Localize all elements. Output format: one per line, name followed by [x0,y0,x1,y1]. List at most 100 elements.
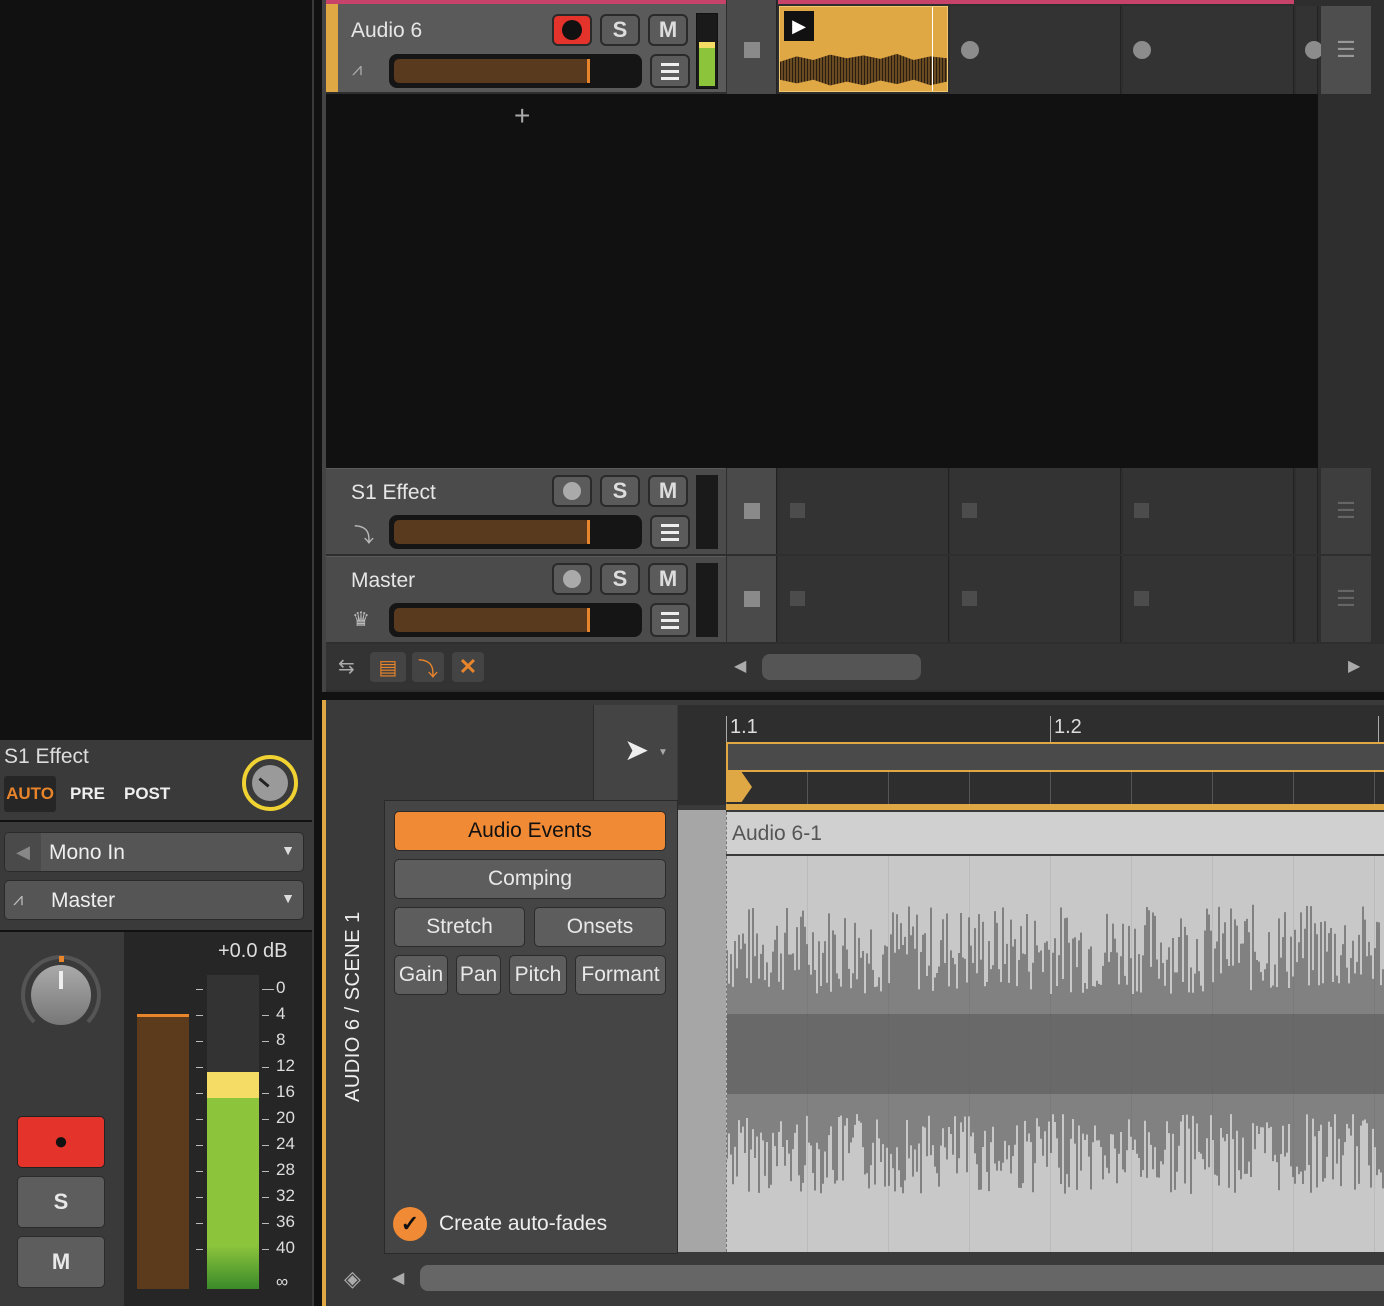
track-header-s1effect[interactable]: S1 Effect S M ⤵ [326,468,726,554]
volume-knob[interactable] [17,955,105,1035]
track-header-master[interactable]: Master S M ♛ [326,556,726,642]
auto-fades-checkbox[interactable]: ✓ [393,1207,427,1241]
waveform-icon: ⩘ [352,59,363,79]
effect-tracks-icon[interactable]: ⤵ [412,652,444,682]
clip-waveform [780,53,947,86]
track-menu-button[interactable] [650,54,690,88]
gain-button[interactable]: Gain [394,955,448,995]
meter-scale-label: 16 [276,1082,295,1101]
track-volume-fader[interactable] [389,603,642,637]
empty-slot[interactable] [790,591,805,606]
meter-scale-label: 4 [276,1004,286,1023]
level-readout: +0.0 dB [218,940,288,962]
track-volume-fader[interactable] [389,54,642,88]
editor-scrollbar[interactable] [420,1265,1384,1291]
mute-button[interactable]: M [648,563,688,595]
swap-icon[interactable]: ⇆ [338,654,355,679]
meter-scale-label: ∞ [276,1272,289,1291]
stretch-button[interactable]: Stretch [394,907,525,947]
meter-scale-label: 20 [276,1108,295,1127]
comping-button[interactable]: Comping [394,859,666,899]
stop-button[interactable] [744,591,760,607]
meter-scale-label: 40 [276,1238,295,1257]
meter-scale-label: 0 [276,978,286,997]
editor-title: AUDIO 6 / SCENE 1 [342,911,364,1102]
mode-post[interactable]: POST [124,784,170,804]
empty-slot-dot[interactable] [1133,41,1151,59]
track-clip-launcher-button[interactable]: ☰ [1321,556,1371,642]
meter-scale-tick [262,1197,269,1198]
clip-audio6[interactable]: ▶ [779,6,948,92]
empty-slot[interactable] [1134,503,1149,518]
play-icon: ▶ [784,11,814,41]
pre-clip-area [678,810,726,1252]
pitch-button[interactable]: Pitch [509,955,567,995]
close-icon[interactable]: ✕ [452,652,484,682]
track-volume-fader[interactable] [389,515,642,549]
meter-scale-label: 12 [276,1056,295,1075]
meter-scale-tick [196,1171,203,1172]
arm-record-button[interactable] [552,563,592,595]
scroll-right-icon[interactable]: ▶ [1348,656,1360,676]
empty-slot-dot[interactable] [961,41,979,59]
scene-pink-strip [778,0,1294,4]
solo-button[interactable]: S [600,475,640,507]
layers-icon[interactable]: ◈ [344,1266,361,1292]
empty-slot[interactable] [1134,591,1149,606]
layout-icon[interactable]: ▤ [370,652,406,682]
mute-button[interactable]: M [648,14,688,46]
empty-slot[interactable] [790,503,805,518]
arm-record-button[interactable] [552,475,592,507]
inspector-track-name: S1 Effect [4,745,89,768]
scene-area [326,94,1318,468]
scroll-left-icon[interactable]: ◀ [734,656,746,676]
mode-pre[interactable]: PRE [70,784,105,804]
audio-waveform-area[interactable] [726,856,1384,1252]
mode-auto[interactable]: AUTO [4,776,56,812]
track-menu-button[interactable] [650,515,690,549]
scroll-left-icon[interactable]: ◀ [392,1268,404,1288]
meter-scale-label: 28 [276,1160,295,1179]
mute-button[interactable]: M [17,1236,105,1288]
arm-record-button[interactable] [552,14,592,46]
empty-slot[interactable] [962,591,977,606]
volume-fader-bar[interactable] [137,1014,189,1289]
output-select[interactable]: ⩘ Master ▼ [4,880,304,920]
solo-button[interactable]: S [600,14,640,46]
meter-scale-tick [262,1041,269,1042]
send-knob[interactable] [242,755,298,811]
pan-button[interactable]: Pan [456,955,501,995]
track-menu-button[interactable] [650,603,690,637]
speaker-icon: ◀ [5,833,41,871]
clip-loop-region[interactable] [726,742,1384,772]
add-track-button[interactable]: + [514,100,530,132]
audio-clip-header[interactable] [726,812,1384,854]
ruler-label-1-1: 1.1 [730,716,758,738]
solo-button[interactable]: S [600,563,640,595]
track-header-audio6[interactable]: Audio 6 S M ⩘ [326,0,726,92]
record-button[interactable]: ● [17,1116,105,1168]
peak-meter [207,975,259,1289]
meter-scale-label: 24 [276,1134,295,1153]
slot[interactable] [1296,468,1318,554]
track-clip-launcher-button[interactable]: ☰ [1321,468,1371,554]
track-meter [696,13,718,89]
stop-button[interactable] [744,42,760,58]
onsets-button[interactable]: Onsets [534,907,666,947]
horizontal-scrollbar[interactable] [762,654,921,680]
meter-scale-tick [262,989,274,990]
stop-button[interactable] [744,503,760,519]
solo-button[interactable]: S [17,1176,105,1228]
track-meter [696,475,718,549]
input-select[interactable]: ◀ Mono In ▼ [4,832,304,872]
track-clip-launcher-button[interactable]: ☰ [1321,6,1371,94]
mute-button[interactable]: M [648,475,688,507]
return-arrow-icon: ⤵ [354,525,374,547]
empty-slot[interactable] [962,503,977,518]
auto-fades-label: Create auto-fades [439,1212,608,1235]
meter-scale-tick [262,1015,269,1016]
tool-select[interactable]: ➤ ▼ [593,705,677,801]
slot[interactable] [1296,556,1318,642]
audio-events-button[interactable]: Audio Events [394,811,666,851]
formant-button[interactable]: Formant [575,955,666,995]
